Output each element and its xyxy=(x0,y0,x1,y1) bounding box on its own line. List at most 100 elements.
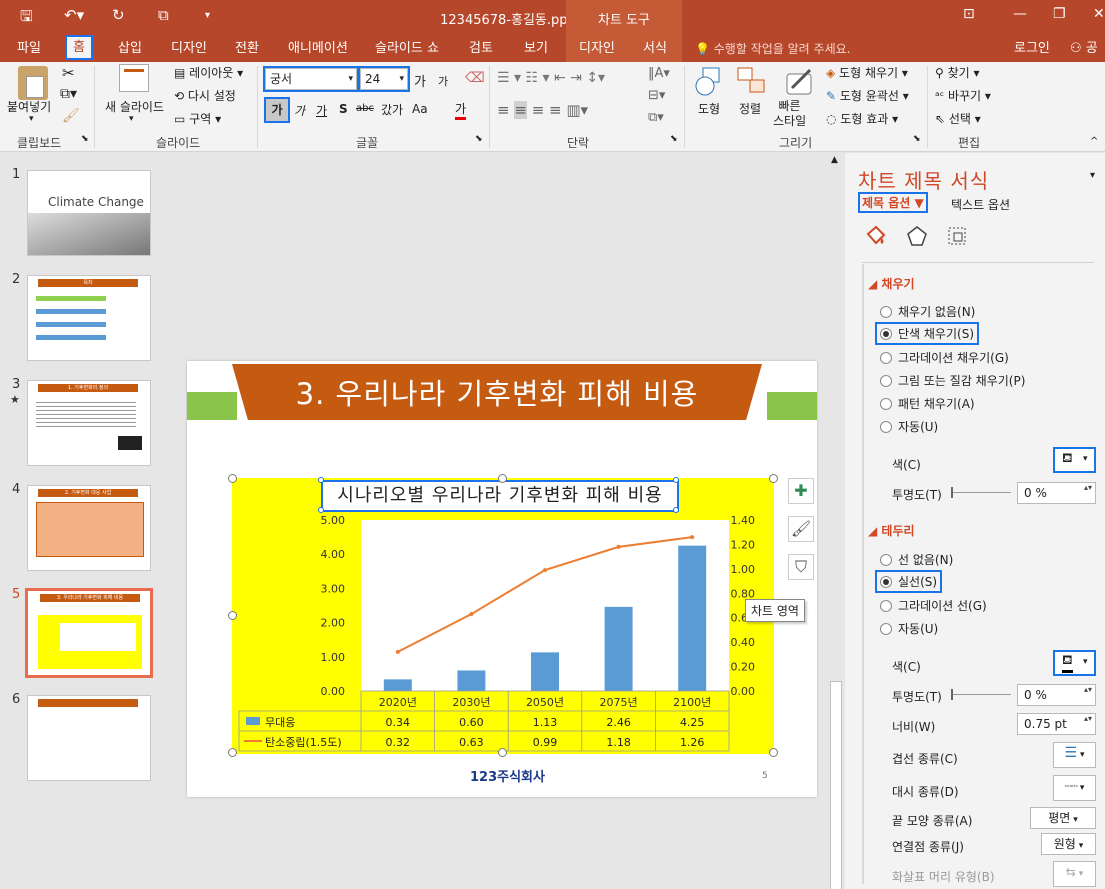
copy-icon[interactable]: ⧉▾ xyxy=(60,86,77,102)
tab-view[interactable]: 보기 xyxy=(518,38,554,60)
close-icon[interactable]: ✕ xyxy=(1093,6,1105,22)
tab-insert[interactable]: 삽입 xyxy=(112,38,148,60)
change-case-button[interactable]: Aa xyxy=(412,102,428,116)
slide-thumb-4[interactable]: 2. 기후변화 대응 사업 xyxy=(27,485,151,571)
paste-icon[interactable] xyxy=(18,66,48,100)
minimize-icon[interactable]: — xyxy=(1013,6,1027,22)
smartart-icon[interactable]: ⧉▾ xyxy=(648,110,664,125)
fill-transparency-spinner[interactable]: 0 % xyxy=(1017,482,1096,504)
shadow-button[interactable]: S xyxy=(339,102,348,116)
italic-button[interactable]: 가 xyxy=(294,102,305,119)
tab-file[interactable]: 파일 xyxy=(11,38,47,60)
border-color-button[interactable]: ⛾ ▾ xyxy=(1053,650,1096,676)
strikethrough-button[interactable]: abc xyxy=(356,103,374,114)
border-transparency-slider[interactable] xyxy=(951,689,1011,700)
align-center-icon[interactable]: ≡ xyxy=(514,101,527,119)
title-selection-handle[interactable] xyxy=(673,507,679,513)
chart-selection-handle[interactable] xyxy=(228,474,237,483)
effects-pentagon-icon[interactable] xyxy=(905,224,929,248)
section-button[interactable]: ▭ 구역 ▾ xyxy=(174,110,221,127)
fill-option[interactable]: 단색 채우기(S) xyxy=(875,322,979,345)
quick-styles-button[interactable]: 빠른 스타일 xyxy=(773,99,806,129)
paragraph-launcher-icon[interactable]: ⬊ xyxy=(670,134,678,144)
arrow-head-dropdown[interactable]: ⇆ ▾ xyxy=(1053,861,1096,887)
pane-options-icon[interactable]: ▾ xyxy=(1090,170,1095,181)
tab-chart-design[interactable]: 디자인 xyxy=(573,38,621,60)
paste-button[interactable]: 붙여넣기 xyxy=(7,98,51,115)
char-spacing-button[interactable]: 갔가 xyxy=(381,101,403,118)
border-option[interactable]: 선 없음(N) xyxy=(880,551,953,568)
chart-selection-handle[interactable] xyxy=(769,748,778,757)
chart-selection-handle[interactable] xyxy=(498,474,507,483)
cap-type-dropdown[interactable]: 평면 ▾ xyxy=(1030,807,1096,829)
new-slide-button[interactable]: 새 슬라이드 xyxy=(105,98,164,115)
select-button[interactable]: ⇖ 선택 ▾ xyxy=(935,110,981,127)
border-transparency-spinner[interactable]: 0 % xyxy=(1017,684,1096,706)
tell-me-box[interactable]: 💡 수행할 작업을 알려 주세요. xyxy=(695,38,850,60)
join-type-dropdown[interactable]: 원형 ▾ xyxy=(1041,833,1096,855)
border-option[interactable]: 그라데이션 선(G) xyxy=(880,597,987,614)
ribbon-display-icon[interactable]: ⊡ xyxy=(963,6,975,22)
chart-styles-button[interactable]: 🖌 xyxy=(788,516,814,542)
paste-dropdown-icon[interactable]: ▾ xyxy=(29,114,34,124)
font-name-combo[interactable]: 궁서 ▾ xyxy=(263,66,359,92)
shapes-icon[interactable] xyxy=(693,66,725,98)
slide-thumb-1[interactable]: Climate Change xyxy=(27,170,151,256)
chart-selection-handle[interactable] xyxy=(769,474,778,483)
tab-review[interactable]: 검토 xyxy=(463,38,499,60)
layout-button[interactable]: ▤ 레이아웃 ▾ xyxy=(174,64,243,81)
title-selection-handle[interactable] xyxy=(318,477,324,483)
find-button[interactable]: ⚲ 찾기 ▾ xyxy=(935,64,980,81)
size-properties-icon[interactable] xyxy=(945,224,969,248)
shapes-button[interactable]: 도형 xyxy=(698,100,720,117)
tab-slideshow[interactable]: 슬라이드 쇼 xyxy=(369,38,445,60)
new-slide-dropdown-icon[interactable]: ▾ xyxy=(129,114,134,124)
fill-color-button[interactable]: ⛾ ▾ xyxy=(1053,447,1096,473)
slide-thumb-3[interactable]: 1. 기후변화의 정의 xyxy=(27,380,151,466)
scroll-thumb[interactable] xyxy=(830,681,842,889)
shape-effects-button[interactable]: ◌ 도형 효과 ▾ xyxy=(826,110,898,127)
tab-animations[interactable]: 애니메이션 xyxy=(282,38,354,60)
tab-home[interactable]: 홈 xyxy=(65,35,93,60)
grow-font-button[interactable]: 가 xyxy=(414,71,426,90)
fill-option[interactable]: 패턴 채우기(A) xyxy=(880,395,975,412)
shape-fill-button[interactable]: ◈ 도형 채우기 ▾ xyxy=(826,64,908,81)
fill-transparency-slider[interactable] xyxy=(951,487,1011,498)
clear-format-icon[interactable]: ⌫ xyxy=(465,70,485,86)
tab-chart-format[interactable]: 서식 xyxy=(637,38,673,60)
border-section-header[interactable]: ◢ 테두리 xyxy=(868,522,915,539)
bullets-icon[interactable]: ☰ ▾ ☷ ▾ ⇤ ⇥ ↕▾ xyxy=(497,70,605,86)
reset-button[interactable]: ⟲ 다시 설정 xyxy=(174,87,236,104)
cut-icon[interactable]: ✂ xyxy=(62,64,75,82)
share-button[interactable]: ⚇ 공유 xyxy=(1064,38,1105,78)
slide-thumb-5[interactable]: 3. 우리나라 기후변화 피해 비용 xyxy=(25,588,153,678)
align-text-icon[interactable]: ⊟▾ xyxy=(648,88,665,103)
clipboard-launcher-icon[interactable]: ⬊ xyxy=(81,134,89,144)
arrange-icon[interactable] xyxy=(736,66,768,98)
fill-section-header[interactable]: ◢ 채우기 xyxy=(868,275,915,292)
tab-design[interactable]: 디자인 xyxy=(165,38,213,60)
font-color-button[interactable]: 가 xyxy=(455,100,467,120)
format-painter-icon[interactable]: 🖌 xyxy=(62,108,80,124)
slide-title[interactable]: 3. 우리나라 기후변화 피해 비용 xyxy=(232,371,762,413)
title-options-tab[interactable]: 제목 옵션 ▼ xyxy=(858,192,928,213)
vertical-scrollbar[interactable]: ▲ xyxy=(828,153,844,889)
fill-line-icon[interactable] xyxy=(864,224,888,248)
fill-option[interactable]: 그림 또는 질감 채우기(P) xyxy=(880,372,1025,389)
fill-option[interactable]: 그라데이션 채우기(G) xyxy=(880,349,1009,366)
text-direction-icon[interactable]: ‖A▾ xyxy=(648,66,670,81)
border-width-spinner[interactable]: 0.75 pt xyxy=(1017,713,1096,735)
compound-type-dropdown[interactable]: ☰ ▾ xyxy=(1053,742,1096,768)
drawing-launcher-icon[interactable]: ⬊ xyxy=(913,134,921,144)
fill-option[interactable]: 자동(U) xyxy=(880,418,938,435)
tab-transitions[interactable]: 전환 xyxy=(229,38,265,60)
slide-thumb-6[interactable] xyxy=(27,695,151,781)
new-slide-icon[interactable] xyxy=(119,64,149,92)
title-selection-handle[interactable] xyxy=(673,477,679,483)
replace-button[interactable]: ᵃᶜ 바꾸기 ▾ xyxy=(935,87,991,104)
maximize-icon[interactable]: ❐ xyxy=(1053,6,1066,22)
border-option[interactable]: 실선(S) xyxy=(874,570,943,593)
scroll-up-icon[interactable]: ▲ xyxy=(831,155,838,165)
text-options-tab[interactable]: 텍스트 옵션 xyxy=(951,196,1010,213)
chart-filter-icon[interactable]: ⛉ xyxy=(788,554,814,580)
